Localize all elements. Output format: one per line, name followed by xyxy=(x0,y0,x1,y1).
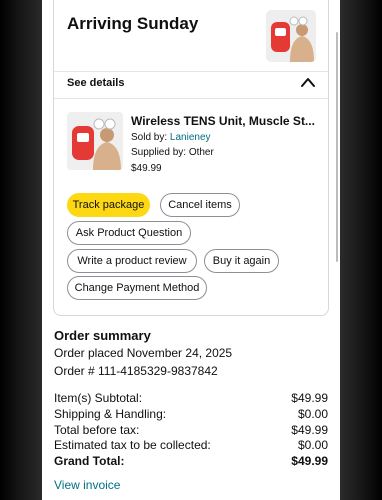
sold-by-line: Sold by: Lanieney xyxy=(131,131,211,144)
summary-label: Item(s) Subtotal: xyxy=(54,391,143,405)
summary-label: Shipping & Handling: xyxy=(54,407,167,421)
summary-value: $0.00 xyxy=(297,407,328,421)
scrollbar[interactable] xyxy=(336,32,338,262)
seller-link[interactable]: Lanieney xyxy=(170,132,211,143)
order-summary-heading: Order summary xyxy=(54,328,151,343)
buy-it-again-button[interactable]: Buy it again xyxy=(204,249,279,273)
product-title-link[interactable]: Wireless TENS Unit, Muscle St... xyxy=(131,114,321,129)
order-details-screen: Arriving Sunday See details Wireless TEN… xyxy=(42,0,340,500)
summary-value: $49.99 xyxy=(291,391,328,405)
chevron-up-icon[interactable] xyxy=(300,75,316,89)
change-payment-method-button[interactable]: Change Payment Method xyxy=(67,276,207,300)
product-image[interactable] xyxy=(67,112,123,170)
summary-value: $0.00 xyxy=(297,438,328,452)
card-divider xyxy=(54,71,328,72)
product-price: $49.99 xyxy=(131,163,162,174)
ask-product-question-button[interactable]: Ask Product Question xyxy=(67,221,191,245)
tens-device-image xyxy=(67,112,123,170)
order-number: Order # 111-4185329-9837842 xyxy=(54,364,218,378)
shipment-card: Arriving Sunday See details Wireless TEN… xyxy=(53,0,329,316)
summary-label: Total before tax: xyxy=(54,423,140,437)
view-invoice-link[interactable]: View invoice xyxy=(54,478,120,493)
track-package-button[interactable]: Track package xyxy=(67,193,150,217)
summary-row-grand-total: Grand Total: $49.99 xyxy=(54,454,328,469)
card-divider xyxy=(54,98,328,99)
background-left xyxy=(0,0,42,500)
summary-label: Estimated tax to be collected: xyxy=(54,438,211,452)
summary-row-shipping: Shipping & Handling: $0.00 xyxy=(54,407,328,422)
summary-row-subtotal: Item(s) Subtotal: $49.99 xyxy=(54,391,328,406)
tens-device-image xyxy=(266,10,316,62)
cancel-items-button[interactable]: Cancel items xyxy=(160,193,240,217)
write-review-button[interactable]: Write a product review xyxy=(67,249,197,273)
summary-row-tax: Estimated tax to be collected: $0.00 xyxy=(54,438,328,453)
summary-label: Grand Total: xyxy=(54,454,125,468)
summary-value: $49.99 xyxy=(291,423,328,437)
summary-value: $49.99 xyxy=(291,454,328,468)
delivery-status-heading: Arriving Sunday xyxy=(67,14,199,33)
sold-by-label: Sold by: xyxy=(131,132,170,143)
product-thumbnail-small[interactable] xyxy=(266,10,316,62)
background-right xyxy=(340,0,382,500)
supplied-by-line: Supplied by: Other xyxy=(131,147,214,158)
order-placed-date: Order placed November 24, 2025 xyxy=(54,346,233,360)
summary-row-before-tax: Total before tax: $49.99 xyxy=(54,423,328,438)
see-details-toggle[interactable]: See details xyxy=(67,76,124,90)
